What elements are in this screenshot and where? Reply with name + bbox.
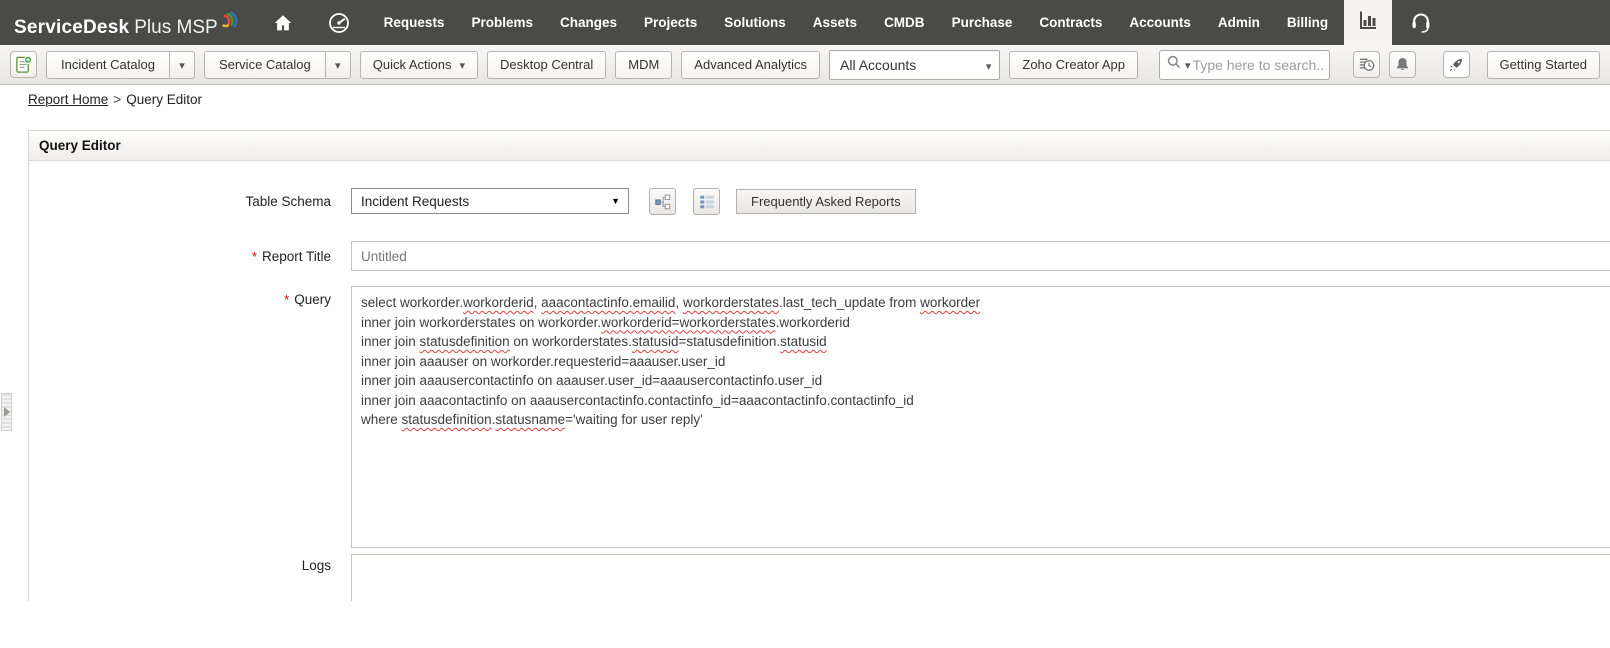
chevron-down-icon — [335, 56, 341, 74]
nav-item-changes[interactable]: Changes — [560, 15, 617, 30]
query-line: where statusdefinition.statusname='waiti… — [361, 412, 703, 427]
bell-icon[interactable] — [1388, 51, 1416, 78]
nav-item-cmdb[interactable]: CMDB — [884, 15, 925, 30]
search-icon — [1166, 54, 1183, 76]
query-line: inner join aaausercontactinfo on aaauser… — [361, 373, 823, 388]
breadcrumb-report-home-link[interactable]: Report Home — [28, 92, 108, 107]
rocket-icon[interactable] — [1442, 51, 1470, 78]
desktop-central-button[interactable]: Desktop Central — [487, 50, 607, 79]
nav-item-admin[interactable]: Admin — [1218, 15, 1260, 30]
nav-item-problems[interactable]: Problems — [471, 15, 533, 30]
query-line: inner join statusdefinition on workorder… — [361, 334, 827, 349]
frequently-asked-reports-button[interactable]: Frequently Asked Reports — [736, 189, 916, 214]
required-marker: * — [251, 249, 257, 264]
main-nav-items: Requests Problems Changes Projects Solutions… — [384, 15, 1328, 30]
service-catalog-dropdown: Service Catalog — [203, 50, 351, 79]
nav-item-billing[interactable]: Billing — [1287, 15, 1328, 30]
home-icon[interactable] — [270, 10, 296, 36]
report-title-input[interactable] — [351, 241, 1610, 271]
nav-item-requests[interactable]: Requests — [384, 15, 445, 30]
mdm-button[interactable]: MDM — [615, 50, 673, 79]
breadcrumb-current: Query Editor — [126, 92, 202, 107]
quick-actions-label: Quick Actions — [372, 57, 452, 72]
query-line: inner join aaacontactinfo on aaausercont… — [361, 392, 914, 408]
zoho-creator-app-button[interactable]: Zoho Creator App — [1009, 50, 1139, 79]
chevron-down-icon — [460, 57, 466, 72]
new-request-icon[interactable] — [10, 51, 37, 78]
required-marker: * — [284, 292, 290, 307]
accounts-filter-value: All Accounts — [840, 56, 917, 73]
table-schema-value: Incident Requests — [361, 193, 470, 209]
table-schema-select[interactable]: Incident Requests ▼ — [351, 188, 629, 214]
table-schema-label: Table Schema — [245, 194, 331, 209]
logo-text-light: Plus MSP — [134, 16, 218, 38]
logo-text-bold: ServiceDesk — [14, 16, 130, 38]
recent-history-icon[interactable] — [1352, 51, 1380, 78]
nav-item-accounts[interactable]: Accounts — [1129, 15, 1191, 30]
query-textarea[interactable]: select workorder.workorderid, aaacontact… — [351, 286, 1610, 548]
query-label: * Query — [284, 292, 331, 307]
getting-started-button[interactable]: Getting Started — [1486, 50, 1600, 79]
gauge-icon[interactable] — [326, 10, 352, 36]
logs-textarea[interactable] — [351, 554, 1610, 601]
query-line: inner join workorderstates on workorder.… — [361, 314, 850, 330]
query-line: select workorder.workorderid, aaacontact… — [361, 295, 981, 310]
chevron-down-icon — [179, 56, 185, 74]
search-input[interactable] — [1192, 56, 1323, 73]
logo-swirl-icon — [216, 10, 238, 42]
chevron-down-icon — [986, 57, 992, 73]
service-catalog-caret[interactable] — [325, 50, 351, 79]
advanced-analytics-button[interactable]: Advanced Analytics — [681, 50, 821, 79]
global-search-box — [1159, 49, 1330, 80]
app-logo: ServiceDesk Plus MSP — [14, 7, 240, 39]
select-arrow-icon: ▼ — [611, 196, 620, 206]
incident-catalog-caret[interactable] — [169, 50, 195, 79]
service-catalog-button[interactable]: Service Catalog — [203, 50, 326, 79]
nav-item-solutions[interactable]: Solutions — [724, 15, 786, 30]
breadcrumb: Report Home > Query Editor — [28, 92, 202, 107]
panel-title: Query Editor — [29, 131, 1610, 161]
nav-item-assets[interactable]: Assets — [813, 15, 857, 30]
query-editor-panel: Query Editor Table Schema Incident Reque… — [28, 130, 1610, 601]
table-list-icon[interactable] — [693, 188, 720, 215]
accounts-filter-select[interactable]: All Accounts — [829, 49, 1001, 80]
breadcrumb-separator: > — [113, 92, 122, 107]
quick-actions-button[interactable]: Quick Actions — [359, 50, 479, 79]
report-title-label: * Report Title — [251, 249, 331, 264]
query-line: inner join aaauser on workorder.requeste… — [361, 353, 726, 369]
tab-reports-active[interactable] — [1344, 0, 1393, 45]
right-arrow-icon — [3, 407, 10, 417]
incident-catalog-button[interactable]: Incident Catalog — [46, 50, 170, 79]
bar-chart-icon — [1356, 8, 1380, 37]
secondary-toolbar: Incident Catalog Service Catalog Quick A… — [0, 45, 1610, 85]
incident-catalog-dropdown: Incident Catalog — [46, 50, 195, 79]
schema-tree-icon[interactable] — [649, 188, 676, 215]
logs-label: Logs — [301, 558, 331, 573]
nav-item-projects[interactable]: Projects — [644, 15, 697, 30]
nav-item-contracts[interactable]: Contracts — [1039, 15, 1102, 30]
headset-icon[interactable] — [1406, 8, 1436, 38]
nav-item-purchase[interactable]: Purchase — [952, 15, 1013, 30]
expand-sidebar-icon[interactable] — [1, 393, 12, 431]
search-scope-caret-icon[interactable] — [1185, 56, 1191, 74]
top-navbar: ServiceDesk Plus MSP Requests Problems Cha… — [0, 0, 1610, 45]
